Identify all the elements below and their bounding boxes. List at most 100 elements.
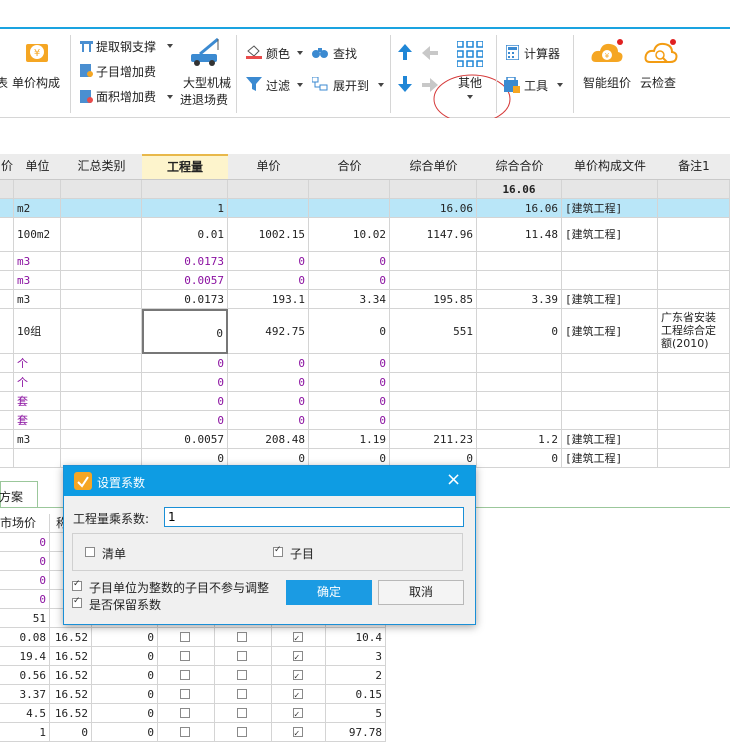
row-checkbox[interactable] xyxy=(180,689,190,699)
cell-c2[interactable]: 16.52 xyxy=(50,666,92,685)
cell-note[interactable] xyxy=(658,354,730,373)
cell-cprice[interactable] xyxy=(390,354,477,373)
row-checkbox[interactable] xyxy=(180,651,190,661)
cell[interactable] xyxy=(0,373,14,392)
cell-ctotal[interactable]: 0 xyxy=(477,449,562,468)
cell[interactable] xyxy=(0,290,14,309)
cell-file[interactable]: [建筑工程] xyxy=(562,199,658,218)
cell-c3[interactable]: 0 xyxy=(92,723,158,742)
table-row[interactable]: 套000 xyxy=(0,392,730,411)
cell-cprice[interactable] xyxy=(390,392,477,411)
cell-price[interactable]: 0 xyxy=(228,373,309,392)
cell-price[interactable]: 51 xyxy=(0,609,50,628)
cell-total[interactable] xyxy=(309,180,390,199)
table-row[interactable]: 19.416.520 3 xyxy=(0,647,386,668)
cell-price[interactable]: 0 xyxy=(0,590,50,609)
column-header-price-composition-file[interactable]: 单价构成文件 xyxy=(562,154,659,180)
dialog-title-bar[interactable]: 设置系数 × xyxy=(64,466,475,496)
cell-quantity[interactable]: 5 xyxy=(326,704,386,723)
cell-unit[interactable]: m3 xyxy=(14,290,61,309)
cell-quantity[interactable]: 10.4 xyxy=(326,628,386,647)
cell-note[interactable] xyxy=(658,290,730,309)
calculator-button[interactable]: 计算器 xyxy=(524,45,560,62)
cell[interactable] xyxy=(0,309,14,354)
cell-qty[interactable] xyxy=(142,180,228,199)
cell[interactable] xyxy=(61,392,142,411)
cell-cprice[interactable]: 1147.96 xyxy=(390,218,477,252)
cell-unit[interactable]: 10组 xyxy=(14,309,61,354)
table-row[interactable]: 套000 xyxy=(0,411,730,430)
row-checkbox[interactable] xyxy=(237,727,247,737)
table-row[interactable]: 16.06 xyxy=(0,180,730,199)
cell-quantity[interactable]: 3 xyxy=(326,647,386,666)
cell-price[interactable]: 492.75 xyxy=(228,309,309,354)
cell[interactable] xyxy=(61,290,142,309)
cell[interactable] xyxy=(0,392,14,411)
cell-ctotal[interactable]: 1.2 xyxy=(477,430,562,449)
cell-file[interactable]: [建筑工程] xyxy=(562,430,658,449)
cell-total[interactable] xyxy=(309,199,390,218)
cell-total[interactable]: 0 xyxy=(309,252,390,271)
color-button[interactable]: 颜色 xyxy=(266,45,290,62)
cell-total[interactable]: 0 xyxy=(309,411,390,430)
cell[interactable] xyxy=(61,411,142,430)
cancel-button[interactable]: 取消 xyxy=(378,580,464,605)
chevron-down-icon[interactable] xyxy=(297,83,303,87)
table-row[interactable]: m2 1 16.06 16.06 [建筑工程] xyxy=(0,199,730,218)
cell-c3[interactable]: 0 xyxy=(92,647,158,666)
row-checkbox[interactable] xyxy=(293,706,303,725)
cell-total[interactable]: 1.19 xyxy=(309,430,390,449)
table-row[interactable]: m3 0.0057 0 0 xyxy=(0,271,730,290)
cell-price[interactable] xyxy=(228,180,309,199)
row-checkbox[interactable] xyxy=(180,670,190,680)
cell-file[interactable]: [建筑工程] xyxy=(562,309,658,354)
row-checkbox[interactable] xyxy=(293,630,303,649)
cell-qty[interactable]: 0 xyxy=(142,309,228,354)
cell-qty[interactable]: 0.0173 xyxy=(142,252,228,271)
column-header-composite-total[interactable]: 综合合价 xyxy=(477,154,563,180)
table-row[interactable]: 10组 0 492.75 0 551 0 [建筑工程] 广东省安装工程综合定额(2010) xyxy=(0,309,730,354)
column-header[interactable]: 价 xyxy=(0,154,15,180)
cell-unit[interactable]: m2 xyxy=(14,199,61,218)
table-row[interactable]: m3 0.0173 193.1 3.34 195.85 3.39 [建筑工程] xyxy=(0,290,730,309)
cell-file[interactable]: [建筑工程] xyxy=(562,218,658,252)
row-checkbox[interactable] xyxy=(237,651,247,661)
cell-qty[interactable]: 1 xyxy=(142,199,228,218)
keep-coefficient-checkbox[interactable] xyxy=(72,596,82,608)
cell-unit[interactable]: 套 xyxy=(14,392,61,411)
cell-price[interactable]: 0 xyxy=(228,271,309,290)
cell-c2[interactable]: 16.52 xyxy=(50,647,92,666)
cell-note[interactable] xyxy=(658,373,730,392)
arrow-left-icon[interactable] xyxy=(422,46,438,63)
extract-steel-support-button[interactable]: 提取钢支撑 xyxy=(96,38,156,55)
cell-total[interactable]: 0 xyxy=(309,373,390,392)
cell[interactable] xyxy=(0,199,14,218)
cell-cprice[interactable] xyxy=(390,252,477,271)
integer-unit-exclude-label[interactable]: 子目单位为整数的子目不参与调整 xyxy=(89,579,269,596)
cell-ctotal[interactable] xyxy=(477,392,562,411)
cell-ctotal[interactable]: 0 xyxy=(477,309,562,354)
cell[interactable] xyxy=(61,309,142,354)
cell-cprice[interactable] xyxy=(390,180,477,199)
cell-price[interactable]: 0.56 xyxy=(0,666,50,685)
sub-item-surcharge-button[interactable]: 子目增加费 xyxy=(96,63,156,80)
cell-unit[interactable]: m3 xyxy=(14,430,61,449)
table-row[interactable]: 0.5616.520 2 xyxy=(0,666,386,687)
large-machinery-label-line2[interactable]: 进退场费 xyxy=(180,91,228,108)
cell[interactable] xyxy=(61,218,142,252)
cell-cprice[interactable]: 195.85 xyxy=(390,290,477,309)
cell-file[interactable] xyxy=(562,373,658,392)
column-header-composite-unit-price[interactable]: 综合单价 xyxy=(390,154,478,180)
expand-to-button[interactable]: 展开到 xyxy=(333,77,369,94)
cell-qty[interactable]: 0.0057 xyxy=(142,271,228,290)
cell-ctotal[interactable]: 16.06 xyxy=(477,180,562,199)
cell-unit[interactable]: 100m2 xyxy=(14,218,61,252)
cell-price[interactable]: 1002.15 xyxy=(228,218,309,252)
cell-ctotal[interactable] xyxy=(477,411,562,430)
cell-cprice[interactable] xyxy=(390,411,477,430)
cell[interactable] xyxy=(61,252,142,271)
cell-ctotal[interactable] xyxy=(477,354,562,373)
chevron-down-icon[interactable] xyxy=(557,83,563,87)
cell[interactable] xyxy=(0,271,14,290)
cell-file[interactable]: [建筑工程] xyxy=(562,449,658,468)
